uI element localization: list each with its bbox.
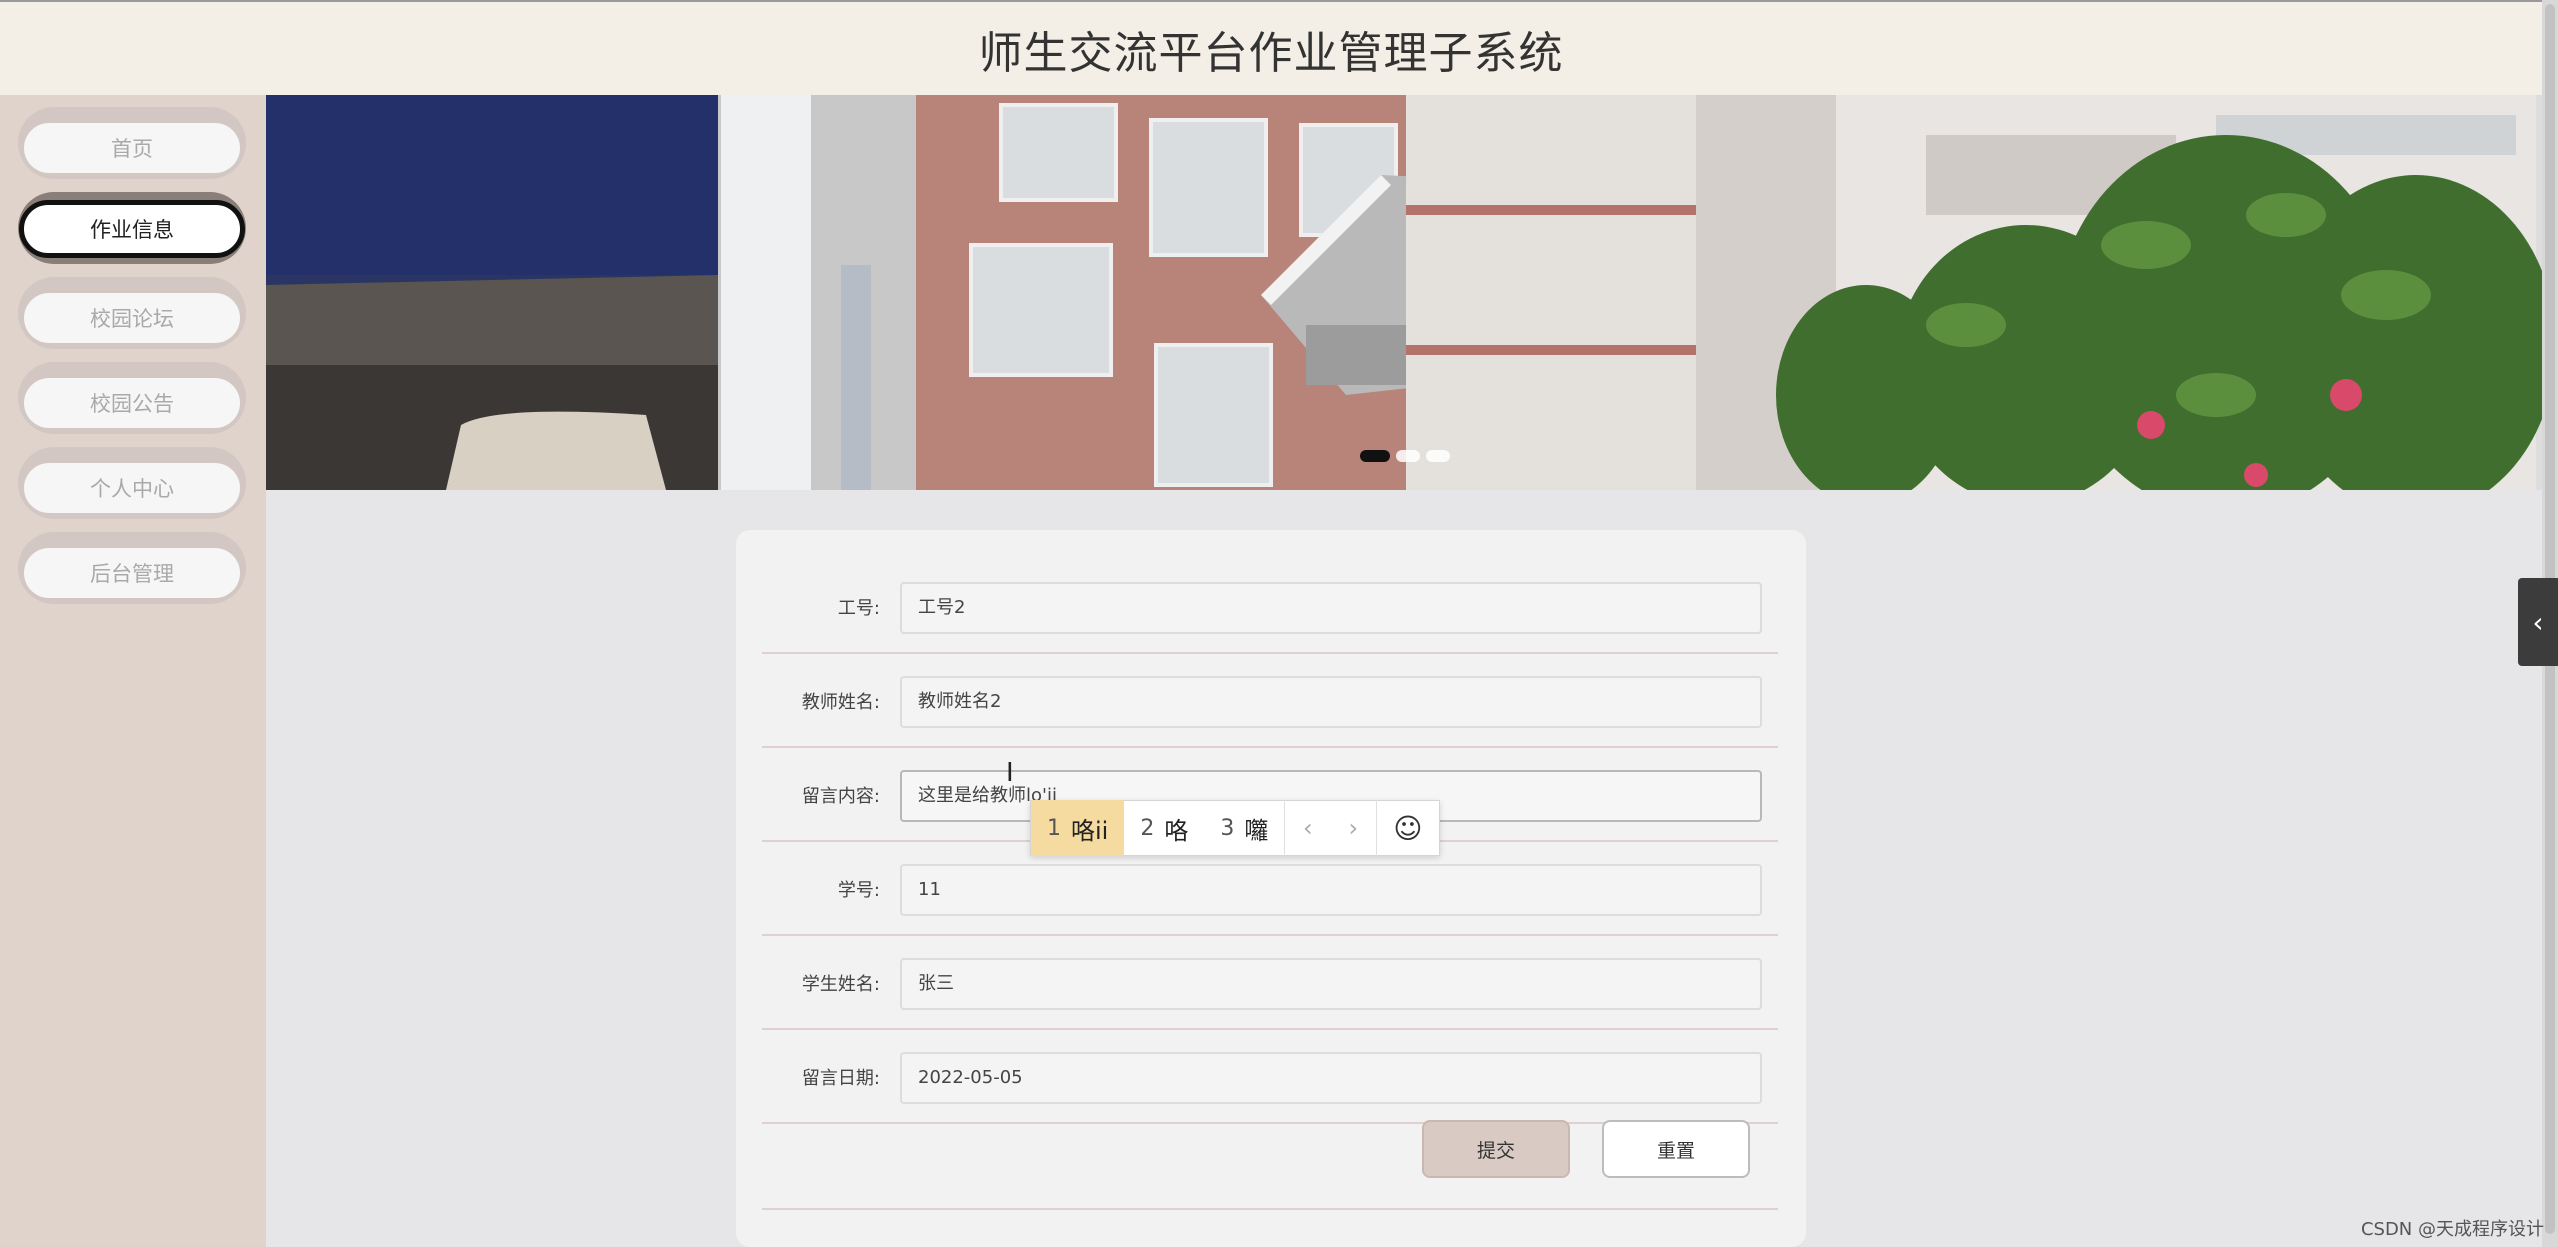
banner-image bbox=[266, 95, 2542, 490]
top-header: 师生交流平台作业管理子系统 bbox=[0, 0, 2542, 95]
form-row-teacher-name: 教师姓名: 教师姓名2 bbox=[762, 654, 1778, 748]
reset-button[interactable]: 重置 bbox=[1602, 1120, 1750, 1178]
ime-candidate-text: 囖 bbox=[1244, 816, 1269, 845]
ime-candidate-number: 1 bbox=[1047, 815, 1061, 841]
sidebar-item-label: 个人中心 bbox=[24, 463, 240, 513]
ime-candidate-number: 3 bbox=[1220, 815, 1235, 841]
teacher-name-input[interactable]: 教师姓名2 bbox=[900, 676, 1762, 728]
sidebar-item-campus-notice[interactable]: 校园公告 bbox=[18, 362, 246, 434]
chevron-left-icon[interactable]: ‹ bbox=[1284, 800, 1330, 856]
sidebar-item-label: 校园论坛 bbox=[24, 293, 240, 343]
ime-candidate-text: 咯ii bbox=[1071, 816, 1109, 845]
sidebar-item-personal-center[interactable]: 个人中心 bbox=[18, 447, 246, 519]
watermark: CSDN @天成程序设计 bbox=[2360, 1219, 2544, 1240]
field-label: 学生姓名: bbox=[801, 974, 880, 995]
student-name-input[interactable]: 张三 bbox=[900, 958, 1762, 1010]
page-title: 师生交流平台作业管理子系统 bbox=[978, 27, 1564, 79]
carousel-dot[interactable] bbox=[1360, 450, 1390, 462]
sidebar-item-label: 首页 bbox=[24, 123, 240, 173]
message-date-input[interactable]: 2022-05-05 bbox=[900, 1052, 1762, 1104]
ime-candidate[interactable]: 3 囖 bbox=[1204, 800, 1284, 856]
chevron-right-icon[interactable]: › bbox=[1330, 800, 1376, 856]
text-cursor-icon: I bbox=[1006, 758, 1014, 788]
form-row-student-name: 学生姓名: 张三 bbox=[762, 936, 1778, 1030]
ime-candidate-bar: 1 咯ii 2 咯 3 囖 ‹ › ☺ bbox=[1030, 800, 1440, 856]
sidebar-item-home[interactable]: 首页 bbox=[18, 107, 246, 179]
sidebar: 首页 作业信息 校园论坛 校园公告 个人中心 后台管理 bbox=[0, 95, 266, 1247]
carousel-dot[interactable] bbox=[1396, 450, 1420, 462]
form-actions: 提交 重置 bbox=[762, 1108, 1778, 1210]
field-label: 工号: bbox=[837, 598, 880, 619]
smiley-icon[interactable]: ☺ bbox=[1376, 800, 1438, 856]
field-label: 教师姓名: bbox=[801, 692, 880, 713]
sidebar-item-label: 作业信息 bbox=[19, 200, 245, 258]
carousel-dots bbox=[1360, 450, 1450, 462]
field-label: 学号: bbox=[837, 880, 880, 901]
ime-candidate[interactable]: 1 咯ii bbox=[1031, 800, 1125, 856]
banner-carousel[interactable] bbox=[266, 95, 2542, 490]
sidebar-item-label: 后台管理 bbox=[24, 548, 240, 598]
ime-candidate-text: 咯 bbox=[1164, 816, 1189, 845]
ime-candidate[interactable]: 2 咯 bbox=[1124, 800, 1204, 856]
staff-id-input[interactable]: 工号2 bbox=[900, 582, 1762, 634]
submit-button[interactable]: 提交 bbox=[1422, 1120, 1570, 1178]
sidebar-item-homework-info[interactable]: 作业信息 bbox=[18, 192, 246, 264]
form-row-student-id: 学号: 11 bbox=[762, 842, 1778, 936]
sidebar-item-admin[interactable]: 后台管理 bbox=[18, 532, 246, 604]
field-label: 留言内容: bbox=[801, 786, 880, 807]
message-form: 工号: 工号2 教师姓名: 教师姓名2 留言内容: 这里是给教师lo'ii 学号… bbox=[736, 530, 1806, 1247]
sidebar-item-campus-forum[interactable]: 校园论坛 bbox=[18, 277, 246, 349]
chevron-left-icon[interactable]: ‹ bbox=[2518, 578, 2558, 666]
student-id-input[interactable]: 11 bbox=[900, 864, 1762, 916]
carousel-dot[interactable] bbox=[1426, 450, 1450, 462]
sidebar-item-label: 校园公告 bbox=[24, 378, 240, 428]
app-window: 师生交流平台作业管理子系统 首页 作业信息 校园论坛 校园公告 个人中心 后台管… bbox=[0, 0, 2558, 1247]
form-row-staff-id: 工号: 工号2 bbox=[762, 560, 1778, 654]
ime-candidate-number: 2 bbox=[1140, 815, 1155, 841]
